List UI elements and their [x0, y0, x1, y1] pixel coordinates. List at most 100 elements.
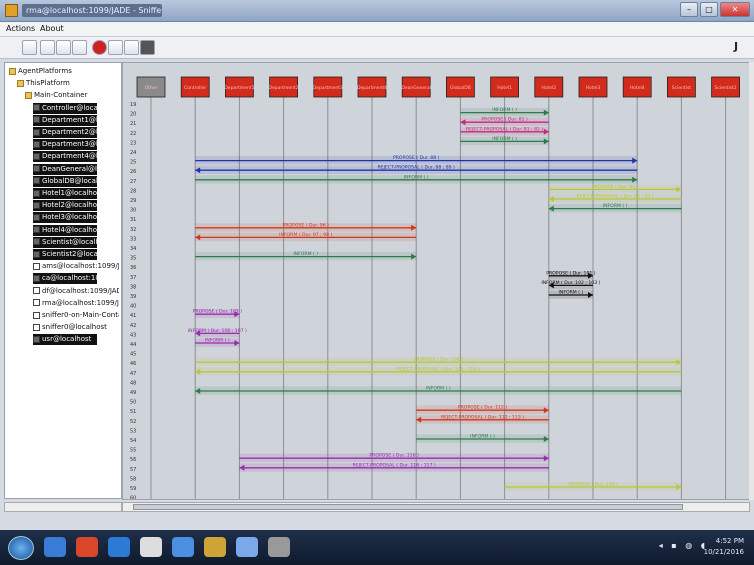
tree-node[interactable]: Department3@localhost — [33, 139, 97, 151]
tree-node[interactable]: ThisPlatform — [17, 78, 119, 89]
tree-node-label: AgentPlatforms — [18, 67, 72, 75]
window-controls: – □ ✕ — [680, 2, 750, 17]
message-label: INFORM ( ) — [404, 174, 429, 180]
save-icon[interactable] — [56, 40, 71, 55]
agent-icon — [33, 116, 40, 124]
minimize-button[interactable]: – — [680, 2, 698, 17]
notepad-icon[interactable] — [140, 537, 162, 557]
tree-node[interactable]: Hotel2@localhost — [33, 200, 97, 212]
row-number: 60 — [130, 496, 136, 500]
message-label: PROPOSE ( Dur. 112 ) — [458, 405, 508, 411]
agent-icon — [33, 287, 40, 295]
save-all-icon[interactable] — [72, 40, 87, 55]
open-icon[interactable] — [40, 40, 55, 55]
message-label: INFORM ( ) — [603, 203, 628, 209]
menu-about[interactable]: About — [40, 24, 64, 33]
exit-icon[interactable] — [140, 40, 155, 55]
system-tray[interactable]: ◂ ▪ ◍ ◖ — [659, 541, 708, 550]
tree-node[interactable]: Hotel3@localhost — [33, 212, 97, 224]
app-icon-2[interactable] — [172, 537, 194, 557]
canvas-vertical-scrollbar[interactable] — [749, 62, 754, 500]
tree-node-label: Hotel3@localhost — [42, 213, 97, 222]
tree-node[interactable]: Hotel4@localhost — [33, 224, 97, 236]
row-number: 24 — [130, 150, 136, 156]
sniffer-canvas: 19 20 21 22 23 24 25 26 27 28 29 30 31 32 33 34 35 36 37 38… — [122, 62, 750, 500]
maximize-button[interactable]: □ — [700, 2, 718, 17]
tree-node[interactable]: Controller@localhost — [33, 102, 97, 114]
canvas-horizontal-scrollbar[interactable] — [122, 502, 750, 512]
taskbar: ◂ ▪ ◍ ◖ 4:52 PM 10/21/2016 — [0, 530, 754, 565]
tree-node[interactable]: AgentPlatforms — [9, 66, 119, 77]
ie-icon[interactable] — [108, 537, 130, 557]
agent-icon — [33, 335, 40, 343]
row-number: 25 — [130, 160, 136, 166]
agent-name: DeanGeneral — [401, 85, 431, 91]
tree-node[interactable]: sniffer0-on-Main-Container — [33, 310, 119, 321]
row-number: 30 — [130, 208, 136, 214]
row-number: 59 — [130, 486, 136, 492]
tree-node[interactable]: GlobalDB@localhost — [33, 175, 97, 187]
message-label: INFORM ( ) — [205, 338, 230, 344]
tree-node[interactable]: Department1@localhost — [33, 114, 97, 126]
tree-node-label: df@localhost:1099/JADE — [42, 286, 119, 295]
row-number: 28 — [130, 188, 136, 194]
tree-node-label: sniffer0-on-Main-Container — [42, 311, 119, 319]
start-button[interactable] — [8, 536, 34, 560]
app-icon-4[interactable] — [268, 537, 290, 557]
record-icon[interactable] — [92, 40, 107, 55]
tree-horizontal-scrollbar[interactable] — [4, 502, 122, 512]
app-icon-3[interactable] — [204, 537, 226, 557]
stop-icon[interactable] — [124, 40, 139, 55]
tree-node[interactable]: rma@localhost:1099/JADE — [33, 298, 119, 309]
tree-node[interactable]: usr@localhost — [33, 334, 97, 346]
tree-node[interactable]: Main-Container — [25, 90, 119, 101]
tree-node[interactable]: DeanGeneral@localhost — [33, 163, 97, 175]
tree-node-label: Hotel1@localhost — [42, 189, 97, 197]
tree-node[interactable]: Department2@localhost — [33, 127, 97, 138]
tree-node[interactable]: Hotel1@localhost — [33, 188, 97, 199]
tree-node-label: usr@localhost — [42, 335, 92, 344]
tree-node-label: Scientist2@localhost — [42, 250, 97, 258]
scroll-thumb[interactable] — [133, 504, 683, 510]
message-label: REJECT-PROPOSAL ( Dur. 92 ; 93 ) — [576, 194, 653, 200]
row-number: 57 — [130, 467, 136, 473]
tree-node[interactable]: Department4@localhost — [33, 151, 97, 163]
row-number: 40 — [130, 304, 136, 310]
folder-icon — [17, 79, 24, 87]
tree-node[interactable]: sniffer0@localhost — [33, 322, 119, 333]
row-number: 29 — [130, 198, 136, 204]
message-label: INFORM ( ) — [559, 290, 584, 296]
tree-node[interactable]: Scientist2@localhost — [33, 249, 97, 260]
agent-name: Scientist2 — [714, 85, 736, 91]
menu-actions[interactable]: Actions — [6, 24, 35, 33]
message-label: INFORM ( ) — [426, 386, 451, 392]
tree-node[interactable]: ca@localhost:1099/JADE — [33, 273, 97, 285]
row-number: 47 — [130, 371, 136, 377]
agent-icon — [33, 165, 40, 173]
tree-node[interactable]: ams@localhost:1099/JADE — [33, 261, 119, 272]
row-number: 26 — [130, 169, 136, 175]
jade-taskbar-icon[interactable] — [236, 537, 258, 557]
tree-node-label: Hotel4@localhost — [42, 225, 97, 234]
close-button[interactable]: ✕ — [720, 2, 750, 17]
menu-bar: Actions About — [0, 22, 754, 37]
tree-node-label: rma@localhost:1099/JADE — [42, 298, 119, 307]
agent-tree: AgentPlatforms ThisPlatform Main-Container… — [4, 62, 122, 499]
row-number: 54 — [130, 438, 136, 444]
tree-node-label: DeanGeneral@localhost — [42, 164, 97, 173]
agent-name: Hotel2 — [541, 85, 556, 91]
row-number: 58 — [130, 476, 136, 482]
browser-icon[interactable] — [76, 537, 98, 557]
window-title: rma@localhost:1099/JADE - Sniffer Agent — [22, 4, 162, 17]
tree-node[interactable]: Scientist@localhost — [33, 236, 97, 248]
row-number: 39 — [130, 294, 136, 300]
message-label: INFORM ( ) — [492, 107, 517, 113]
agent-icon — [33, 140, 40, 148]
row-number: 20 — [130, 112, 136, 118]
clear-icon[interactable] — [22, 40, 37, 55]
tree-node[interactable]: df@localhost:1099/JADE — [33, 286, 119, 297]
filter-icon[interactable] — [108, 40, 123, 55]
explorer-icon[interactable] — [44, 537, 66, 557]
row-number: 27 — [130, 179, 136, 185]
app-icon — [5, 4, 18, 17]
